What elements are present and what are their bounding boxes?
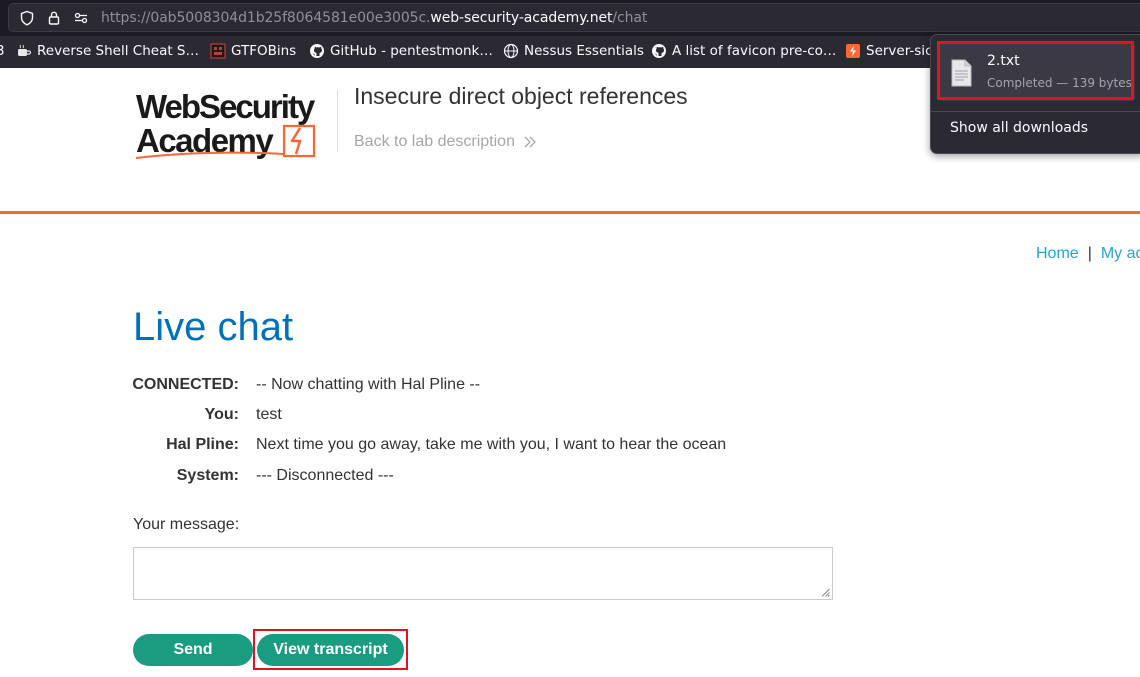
logo-line1: WebSecurity	[136, 88, 316, 125]
bookmark-favicon-list[interactable]: A list of favicon pre-co…	[651, 43, 836, 59]
chat-message: -- Now chatting with Hal Pline --	[256, 376, 481, 393]
url-text[interactable]: https://0ab5008304d1b25f8064581e00e3005c…	[101, 10, 647, 26]
downloads-divider	[931, 111, 1140, 112]
nav-my-account-link[interactable]: My ac	[1101, 245, 1140, 262]
browser-toolbar: https://0ab5008304d1b25f8064581e00e3005c…	[0, 0, 1140, 36]
lock-icon[interactable]	[46, 10, 62, 26]
bookmark-label: Reverse Shell Cheat S…	[37, 43, 199, 59]
show-all-downloads-button[interactable]: Show all downloads	[950, 120, 1088, 136]
web-security-academy-logo[interactable]: WebSecurity Academy	[134, 88, 334, 162]
top-navigation: Home | My ac	[1036, 245, 1140, 263]
page-title: Live chat	[133, 305, 294, 349]
globe-icon	[503, 43, 519, 59]
nav-home-link[interactable]: Home	[1036, 245, 1079, 262]
bookmark-nessus[interactable]: Nessus Essentials	[503, 43, 644, 59]
logo-bolt-icon	[282, 124, 316, 158]
header-rule	[0, 211, 1140, 214]
github-icon	[309, 43, 325, 59]
chat-sender: CONNECTED:	[132, 376, 239, 393]
bookmark-gtfobins[interactable]: GTFOBins	[210, 43, 296, 59]
chat-message: Next time you go away, take me with you,…	[256, 436, 727, 453]
gtfobins-icon	[210, 43, 226, 59]
send-button[interactable]: Send	[133, 634, 253, 666]
chat-sender: System:	[176, 467, 239, 484]
chat-sender: Hal Pline:	[166, 436, 239, 453]
resize-grip-icon[interactable]	[821, 588, 830, 597]
bookmark-label: Nessus Essentials	[524, 43, 644, 59]
coffee-icon	[16, 43, 32, 59]
chat-message: test	[256, 406, 282, 423]
url-prefix: https://0ab5008304d1b25f8064581e00e3005c…	[101, 10, 431, 26]
chat-message: --- Disconnected ---	[256, 467, 394, 484]
bookmark-server-side[interactable]: Server-sic	[845, 43, 933, 59]
annotation-highlight-box	[937, 41, 1134, 100]
portswigger-icon	[845, 43, 861, 59]
annotation-highlight-box	[253, 629, 408, 670]
back-link-label: Back to lab description	[354, 133, 515, 150]
message-textarea[interactable]	[133, 547, 833, 600]
lab-title: Insecure direct object references	[354, 83, 688, 109]
url-path: /chat	[612, 10, 648, 26]
bookmark-reverse-shell[interactable]: Reverse Shell Cheat S…	[16, 43, 199, 59]
message-label: Your message:	[133, 516, 240, 533]
bookmark-github-pentestmonkey[interactable]: GitHub - pentestmonk…	[309, 43, 493, 59]
bookmark-label: A list of favicon pre-co…	[672, 43, 837, 59]
bookmark-overflow-fragment[interactable]: 3	[0, 43, 5, 59]
permissions-icon[interactable]	[73, 10, 89, 26]
double-chevron-right-icon	[524, 136, 536, 148]
address-bar[interactable]: https://0ab5008304d1b25f8064581e00e3005c…	[8, 3, 1140, 32]
chat-sender: You:	[204, 406, 239, 423]
github-icon	[651, 43, 667, 59]
nav-separator: |	[1087, 245, 1092, 262]
shield-icon[interactable]	[19, 10, 35, 26]
url-host: web-security-academy.net	[430, 10, 613, 26]
bookmark-label: Server-sic	[866, 43, 933, 59]
bookmark-label: GTFOBins	[231, 43, 297, 59]
header-divider	[337, 90, 338, 152]
back-to-lab-description-link[interactable]: Back to lab description	[354, 133, 537, 151]
bookmark-label: GitHub - pentestmonk…	[330, 43, 493, 59]
